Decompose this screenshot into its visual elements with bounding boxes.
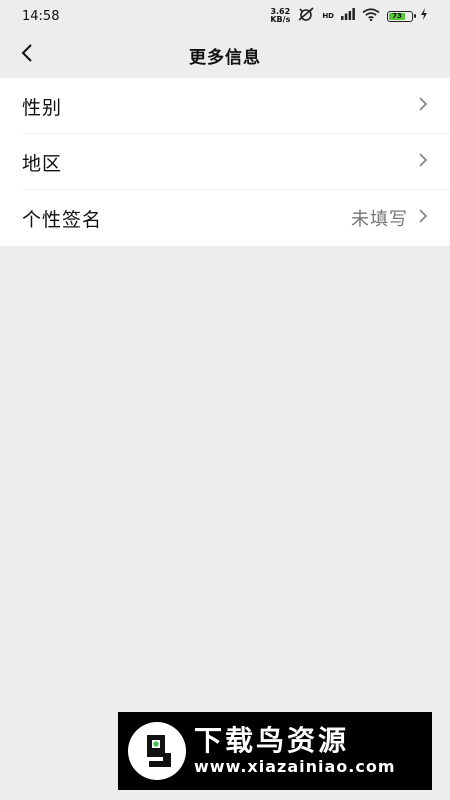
list-item-label: 个性签名 <box>22 208 103 231</box>
nav-bar: 更多信息 <box>0 32 450 78</box>
chevron-right-icon <box>418 96 428 116</box>
watermark-text: 下载鸟资源 www.xiazainiao.com <box>194 725 395 777</box>
alarm-off-icon <box>297 7 315 25</box>
watermark: 下载鸟资源 www.xiazainiao.com <box>118 712 432 790</box>
chevron-right-icon <box>418 152 428 172</box>
list-item-label: 地区 <box>22 152 63 175</box>
charging-icon <box>420 8 428 24</box>
status-bar: 14:58 3.62 KB/s HD 73 <box>0 0 450 32</box>
network-speed: 3.62 KB/s <box>270 7 291 24</box>
list-item-right <box>408 96 428 116</box>
list-item-region[interactable]: 地区 <box>0 134 450 190</box>
list-item-signature[interactable]: 个性签名 未填写 <box>0 190 450 246</box>
status-icons: 3.62 KB/s HD 73 <box>270 7 428 25</box>
chevron-left-icon <box>20 43 34 67</box>
hd-label: HD <box>322 12 334 20</box>
list-item-right <box>408 152 428 172</box>
list-item-value: 未填写 <box>351 209 408 230</box>
signal-icon <box>341 8 355 24</box>
page-title: 更多信息 <box>189 47 261 68</box>
wifi-icon <box>362 7 380 25</box>
watermark-url: www.xiazainiao.com <box>194 757 396 776</box>
status-time: 14:58 <box>22 8 60 24</box>
chevron-right-icon <box>418 208 428 228</box>
battery-level: 73 <box>389 12 406 20</box>
info-list: 性别 地区 个性签名 未填写 <box>0 78 450 246</box>
list-item-gender[interactable]: 性别 <box>0 78 450 134</box>
back-button[interactable] <box>14 40 40 70</box>
watermark-title: 下载鸟资源 <box>194 724 350 757</box>
battery-icon: 73 <box>387 10 416 22</box>
list-item-right: 未填写 <box>351 205 428 231</box>
list-item-label: 性别 <box>22 96 63 119</box>
bird-logo-icon <box>128 722 186 780</box>
